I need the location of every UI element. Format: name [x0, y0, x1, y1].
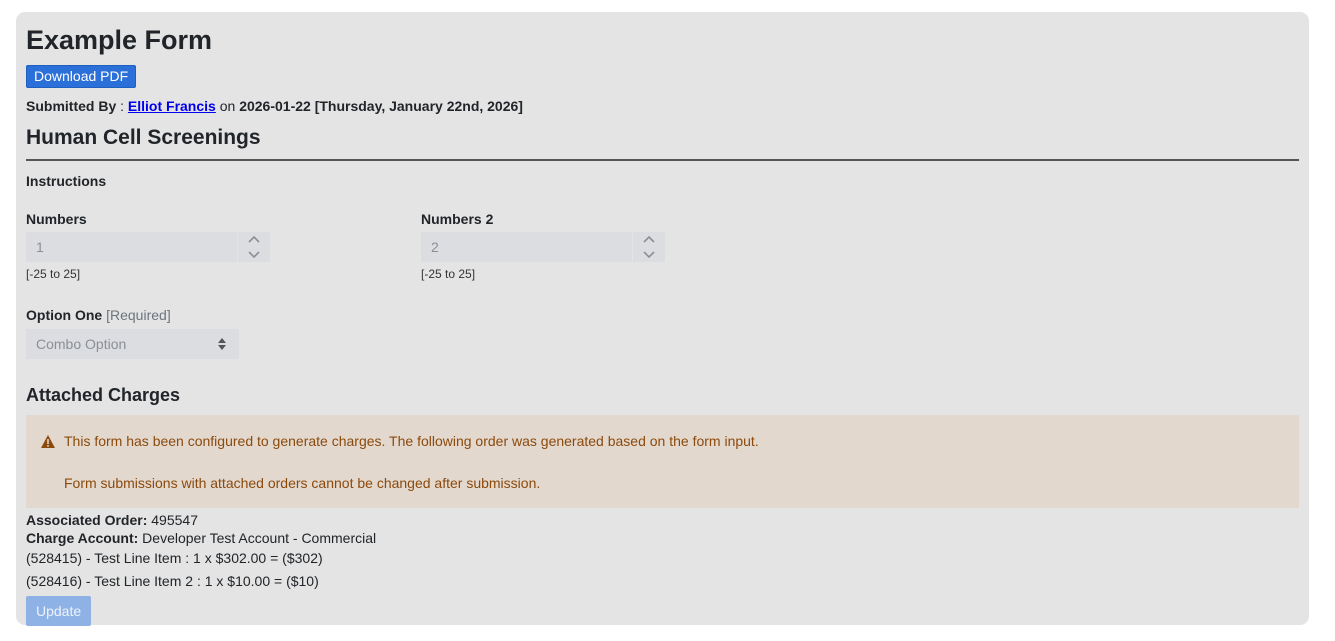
numbers-label: Numbers — [26, 211, 87, 227]
download-pdf-button[interactable]: Download PDF — [26, 65, 137, 88]
associated-order-label: Associated Order: — [26, 512, 148, 528]
option-one-label-line: Option One [Required] — [26, 306, 1299, 324]
line-item: (528416) - Test Line Item 2 : 1 x $10.00… — [26, 573, 319, 589]
charges-title: Attached Charges — [26, 385, 181, 405]
numbers-input-wrap — [26, 232, 270, 262]
chevron-up-icon[interactable] — [247, 235, 261, 245]
numbers-row: Numbers [-25 to 25] Numbers 2 [-25 to 25… — [26, 210, 1299, 300]
option-one-label: Option One — [26, 307, 103, 323]
charge-account-value: Developer Test Account - Commercial — [142, 530, 377, 546]
chevron-down-icon[interactable] — [642, 249, 656, 259]
numbers2-input[interactable] — [421, 232, 632, 262]
option-one-select[interactable]: Combo Option — [26, 329, 239, 359]
numbers-hint: [-25 to 25] — [26, 267, 81, 281]
numbers2-label: Numbers 2 — [421, 211, 494, 227]
submitter-link[interactable]: Elliot Francis — [128, 98, 216, 114]
sort-arrows-icon — [218, 338, 226, 350]
alert-message-1: This form has been configured to generat… — [64, 433, 759, 449]
form-card: Example Form Download PDF Submitted By :… — [16, 12, 1309, 626]
submitted-date: 2026-01-22 [Thursday, January 22nd, 2026… — [239, 98, 523, 114]
alert-first-line: This form has been configured to generat… — [40, 433, 1299, 449]
instructions-label: Instructions — [26, 173, 107, 189]
numbers2-stepper[interactable] — [633, 232, 665, 262]
chevron-down-icon[interactable] — [247, 249, 261, 259]
required-indicator: [Required] — [106, 307, 171, 323]
warning-triangle-icon — [41, 434, 55, 448]
page-title: Example Form — [26, 25, 213, 55]
charge-account-label: Charge Account: — [26, 530, 139, 546]
numbers-input[interactable] — [26, 232, 237, 262]
numbers2-input-wrap — [421, 232, 665, 262]
section-title: Human Cell Screenings — [26, 126, 261, 149]
submitted-by-label: Submitted By — [26, 98, 117, 114]
numbers-field-group: Numbers [-25 to 25] — [26, 210, 270, 282]
update-button[interactable]: Update — [26, 596, 92, 626]
associated-order-line: Associated Order: 495547 — [26, 511, 1299, 529]
section-divider — [26, 159, 1299, 161]
submitted-by-line: Submitted By : Elliot Francis on 2026-01… — [26, 97, 1299, 115]
chevron-up-icon[interactable] — [642, 235, 656, 245]
alert-message-2: Form submissions with attached orders ca… — [64, 475, 541, 491]
line-item: (528415) - Test Line Item : 1 x $302.00 … — [26, 550, 323, 566]
numbers-stepper[interactable] — [238, 232, 270, 262]
submitted-by-separator: : — [116, 98, 128, 114]
numbers2-field-group: Numbers 2 [-25 to 25] — [421, 210, 665, 282]
option-one-selected-value: Combo Option — [36, 336, 127, 352]
on-word: on — [215, 98, 240, 114]
order-info: Associated Order: 495547 Charge Account:… — [26, 511, 1299, 626]
numbers2-hint: [-25 to 25] — [421, 267, 476, 281]
associated-order-value: 495547 — [151, 512, 198, 528]
charges-alert: This form has been configured to generat… — [26, 415, 1299, 508]
charge-account-line: Charge Account: Developer Test Account -… — [26, 529, 1299, 547]
